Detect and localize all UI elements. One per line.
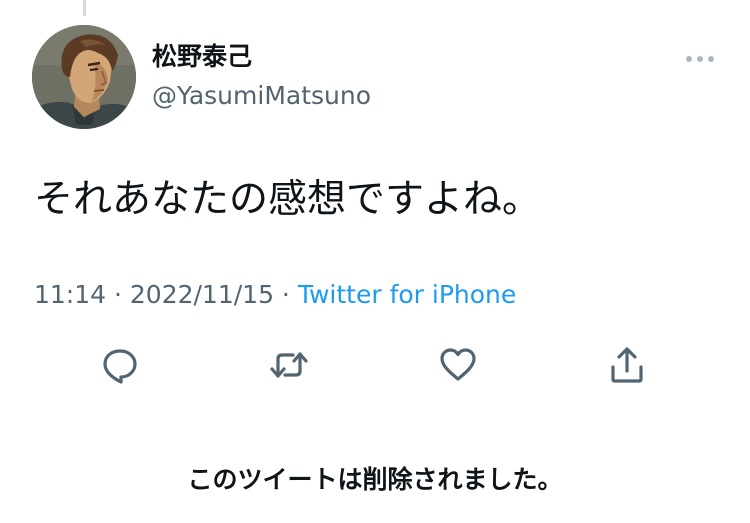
avatar-portrait-image bbox=[32, 25, 136, 129]
tweet-metadata: 11:14 · 2022/11/15 · Twitter for iPhone bbox=[34, 277, 516, 313]
username-handle[interactable]: @YasumiMatsuno bbox=[152, 79, 371, 113]
share-button[interactable] bbox=[604, 342, 650, 388]
thread-connector-line bbox=[83, 0, 86, 16]
more-options-button[interactable] bbox=[680, 46, 720, 72]
tweet-date[interactable]: 2022/11/15 bbox=[130, 280, 274, 309]
more-horizontal-icon bbox=[686, 56, 714, 62]
tweet-text: それあなたの感想ですよね。 bbox=[34, 177, 542, 222]
display-name[interactable]: 松野泰己 bbox=[152, 40, 252, 74]
reply-icon bbox=[103, 349, 137, 384]
tweet-source-link[interactable]: Twitter for iPhone bbox=[298, 280, 516, 309]
tweet-time[interactable]: 11:14 bbox=[34, 280, 106, 309]
deleted-tweet-notice: このツイートは削除されました。 bbox=[187, 465, 563, 494]
like-button[interactable] bbox=[435, 342, 481, 388]
heart-icon bbox=[440, 348, 476, 381]
retweet-icon bbox=[270, 352, 308, 378]
tweet-action-bar bbox=[0, 342, 750, 388]
retweet-button[interactable] bbox=[266, 342, 312, 388]
avatar[interactable] bbox=[32, 25, 136, 129]
reply-button[interactable] bbox=[97, 342, 143, 388]
meta-separator: · bbox=[106, 280, 130, 309]
meta-separator: · bbox=[273, 280, 298, 309]
share-icon bbox=[611, 347, 643, 383]
